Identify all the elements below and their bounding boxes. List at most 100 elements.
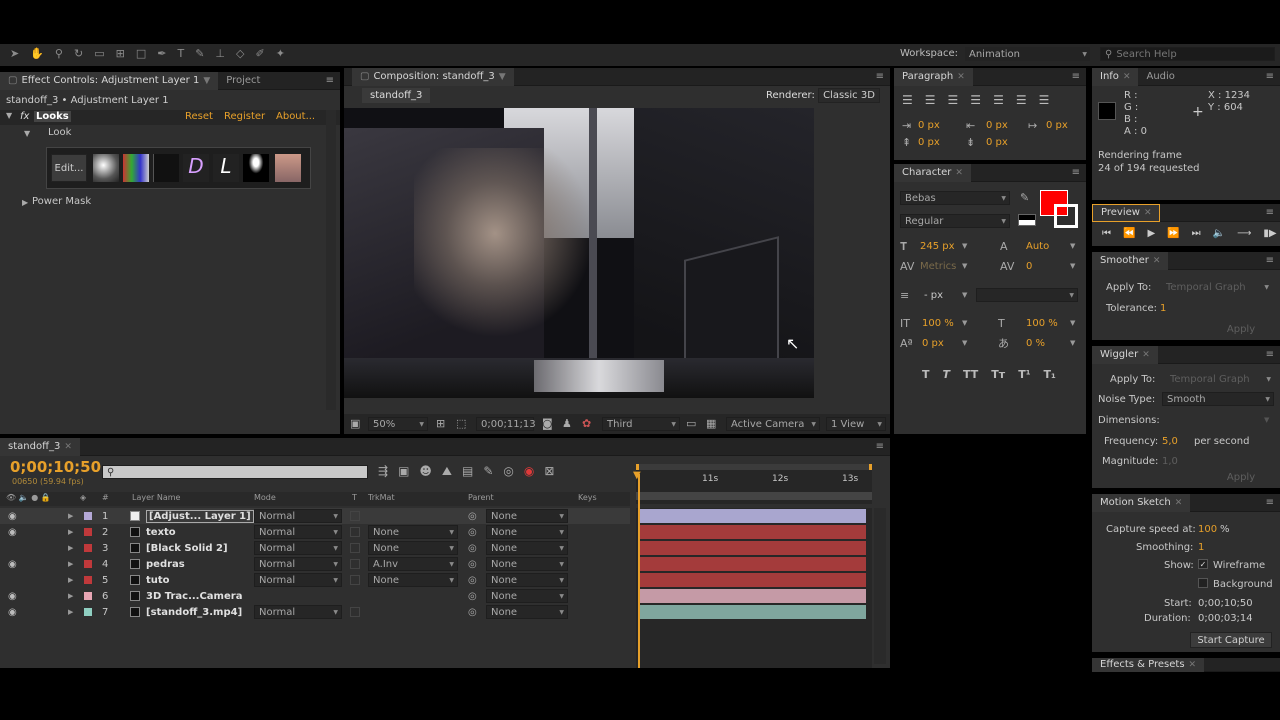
expand-arrow-icon[interactable]: ▼ — [6, 111, 12, 120]
tolerance-value[interactable]: 1 — [1160, 303, 1166, 314]
smoother-apply-select[interactable]: Temporal Graph — [1162, 280, 1272, 294]
roi-icon[interactable]: ▭ — [686, 418, 696, 430]
close-icon[interactable]: ✕ — [64, 442, 72, 452]
preserve-transparency-checkbox[interactable] — [350, 607, 360, 617]
font-family-select[interactable]: Bebas — [900, 191, 1010, 205]
mode-select[interactable]: Normal — [254, 557, 342, 571]
expand-arrow-icon[interactable]: ▶ — [68, 608, 73, 616]
indent-first-value[interactable]: 0 px — [1046, 120, 1068, 131]
panel-menu-icon[interactable]: ≡ — [1072, 71, 1080, 82]
pickwhip-icon[interactable]: ◎ — [468, 607, 477, 618]
start-capture-button[interactable]: Start Capture — [1190, 632, 1272, 648]
tab-character[interactable]: Character ✕ — [894, 164, 971, 182]
font-style-select[interactable]: Regular — [900, 214, 1010, 228]
trkmat-select[interactable]: A.Inv — [368, 557, 458, 571]
justify-left-icon[interactable]: ☰ — [970, 93, 981, 107]
look-thumb-curve[interactable] — [153, 154, 179, 182]
close-icon[interactable]: ✕ — [955, 168, 963, 178]
trkmat-select[interactable]: None — [368, 525, 458, 539]
layer-row[interactable]: ▶ 3 [Black Solid 2] Normal None ◎ None — [0, 540, 630, 556]
graph-icon[interactable]: ⊠ — [544, 464, 554, 479]
horizontal-scale-value[interactable]: 100 % — [1026, 318, 1058, 329]
tab-timeline[interactable]: standoff_3 ✕ — [0, 438, 80, 456]
panel-menu-icon[interactable]: ≡ — [1266, 71, 1274, 82]
panel-menu-icon[interactable]: ≡ — [1266, 255, 1274, 266]
motion-blur-icon[interactable]: ▤ — [462, 464, 473, 479]
panel-menu-icon[interactable]: ≡ — [1266, 207, 1274, 218]
layer-duration-bar[interactable] — [640, 509, 866, 523]
layer-row[interactable]: ◉ ▶ 7 [standoff_3.mp4] Normal ◎ None — [0, 604, 630, 620]
expand-arrow-icon[interactable]: ▶ — [68, 592, 73, 600]
search-help-input[interactable]: ⚲ Search Help — [1100, 47, 1275, 61]
space-before-value[interactable]: 0 px — [918, 137, 940, 148]
dropdown-icon[interactable]: ▼ — [499, 72, 506, 82]
comp-subtab[interactable]: standoff_3 — [362, 88, 431, 103]
type-tool-icon[interactable]: T — [177, 47, 184, 60]
frequency-value[interactable]: 5,0 — [1162, 436, 1178, 447]
all-caps-icon[interactable]: TT — [963, 368, 978, 381]
dimensions-dropdown-icon[interactable]: ▼ — [1264, 416, 1269, 424]
close-icon[interactable]: ✕ — [1123, 72, 1131, 82]
brainstorm-icon[interactable]: ✎ — [483, 464, 493, 479]
time-ruler[interactable]: 11s 12s 13s — [636, 464, 872, 504]
timecode-display[interactable]: 0;00;11;13 — [476, 417, 536, 431]
fx-icon[interactable]: fx — [20, 111, 29, 122]
tsume-value[interactable]: 0 % — [1026, 338, 1045, 349]
power-mask-expand-icon[interactable]: ▶ — [22, 198, 28, 207]
timeline-scrollbar[interactable] — [874, 508, 886, 664]
justify-right-icon[interactable]: ☰ — [1016, 93, 1027, 107]
label-color-swatch[interactable] — [84, 544, 92, 552]
look-thumb-sphere[interactable] — [93, 154, 119, 182]
layer-duration-bar[interactable] — [640, 589, 866, 603]
graph-editor-icon[interactable]: ◎ — [503, 464, 513, 479]
leading-dropdown-icon[interactable]: ▼ — [1070, 242, 1075, 250]
brush-tool-icon[interactable]: ✎ — [195, 47, 204, 60]
kerning-value[interactable]: Metrics — [920, 261, 956, 272]
tab-paragraph[interactable]: Paragraph ✕ — [894, 68, 973, 86]
stroke-width-value[interactable]: - px — [924, 290, 943, 301]
live-update-icon[interactable]: ◉ — [524, 464, 534, 479]
faux-bold-icon[interactable]: T — [922, 368, 930, 381]
vscale-dropdown-icon[interactable]: ▼ — [962, 319, 967, 327]
register-link[interactable]: Register — [224, 111, 265, 122]
eye-icon[interactable]: ◉ — [8, 527, 17, 538]
last-frame-icon[interactable]: ⏭ — [1192, 228, 1201, 239]
smoother-apply-button[interactable]: Apply — [1210, 322, 1272, 336]
zoom-slider[interactable] — [636, 492, 872, 500]
kerning-dropdown-icon[interactable]: ▼ — [962, 262, 967, 270]
justify-center-icon[interactable]: ☰ — [993, 93, 1004, 107]
tab-effects-presets[interactable]: Effects & Presets ✕ — [1092, 658, 1205, 672]
preserve-transparency-checkbox[interactable] — [350, 543, 360, 553]
panel-menu-icon[interactable]: ≡ — [876, 71, 884, 82]
layer-row[interactable]: ◉ ▶ 4 pedras Normal A.Inv ◎ None — [0, 556, 630, 572]
close-icon[interactable]: ✕ — [1142, 350, 1150, 360]
mode-select[interactable]: Normal — [254, 525, 342, 539]
dropdown-icon[interactable]: ▼ — [203, 76, 210, 86]
look-thumb-color[interactable] — [123, 154, 149, 182]
about-link[interactable]: About... — [276, 111, 315, 122]
layer-name[interactable]: [Adjust... Layer 1] — [146, 509, 254, 523]
label-color-swatch[interactable] — [84, 608, 92, 616]
wireframe-checkbox[interactable]: ✓ — [1198, 559, 1208, 569]
eye-icon[interactable]: ◉ — [8, 591, 17, 602]
tab-project[interactable]: Project — [218, 72, 268, 90]
justify-all-icon[interactable]: ☰ — [1039, 93, 1050, 107]
panel-menu-icon[interactable]: ≡ — [876, 441, 884, 452]
trkmat-select[interactable]: None — [368, 541, 458, 555]
layer-duration-bar[interactable] — [640, 605, 866, 619]
pickwhip-icon[interactable]: ◎ — [468, 575, 477, 586]
selection-tool-icon[interactable]: ➤ — [10, 47, 19, 60]
panel-menu-icon[interactable]: ≡ — [1072, 167, 1080, 178]
baseline-dropdown-icon[interactable]: ▼ — [962, 339, 967, 347]
parent-select[interactable]: None — [486, 525, 568, 539]
parent-select[interactable]: None — [486, 573, 568, 587]
eye-icon[interactable]: ◉ — [8, 511, 17, 522]
region-icon[interactable]: ⬚ — [456, 418, 466, 430]
eraser-tool-icon[interactable]: ◇ — [236, 47, 244, 60]
hand-tool-icon[interactable]: ✋ — [30, 47, 44, 60]
smoothing-value[interactable]: 1 — [1198, 542, 1204, 553]
tab-smoother[interactable]: Smoother ✕ — [1092, 252, 1169, 270]
next-frame-icon[interactable]: ⏩ — [1167, 228, 1179, 239]
small-caps-icon[interactable]: Tт — [991, 368, 1005, 381]
space-after-value[interactable]: 0 px — [986, 137, 1008, 148]
